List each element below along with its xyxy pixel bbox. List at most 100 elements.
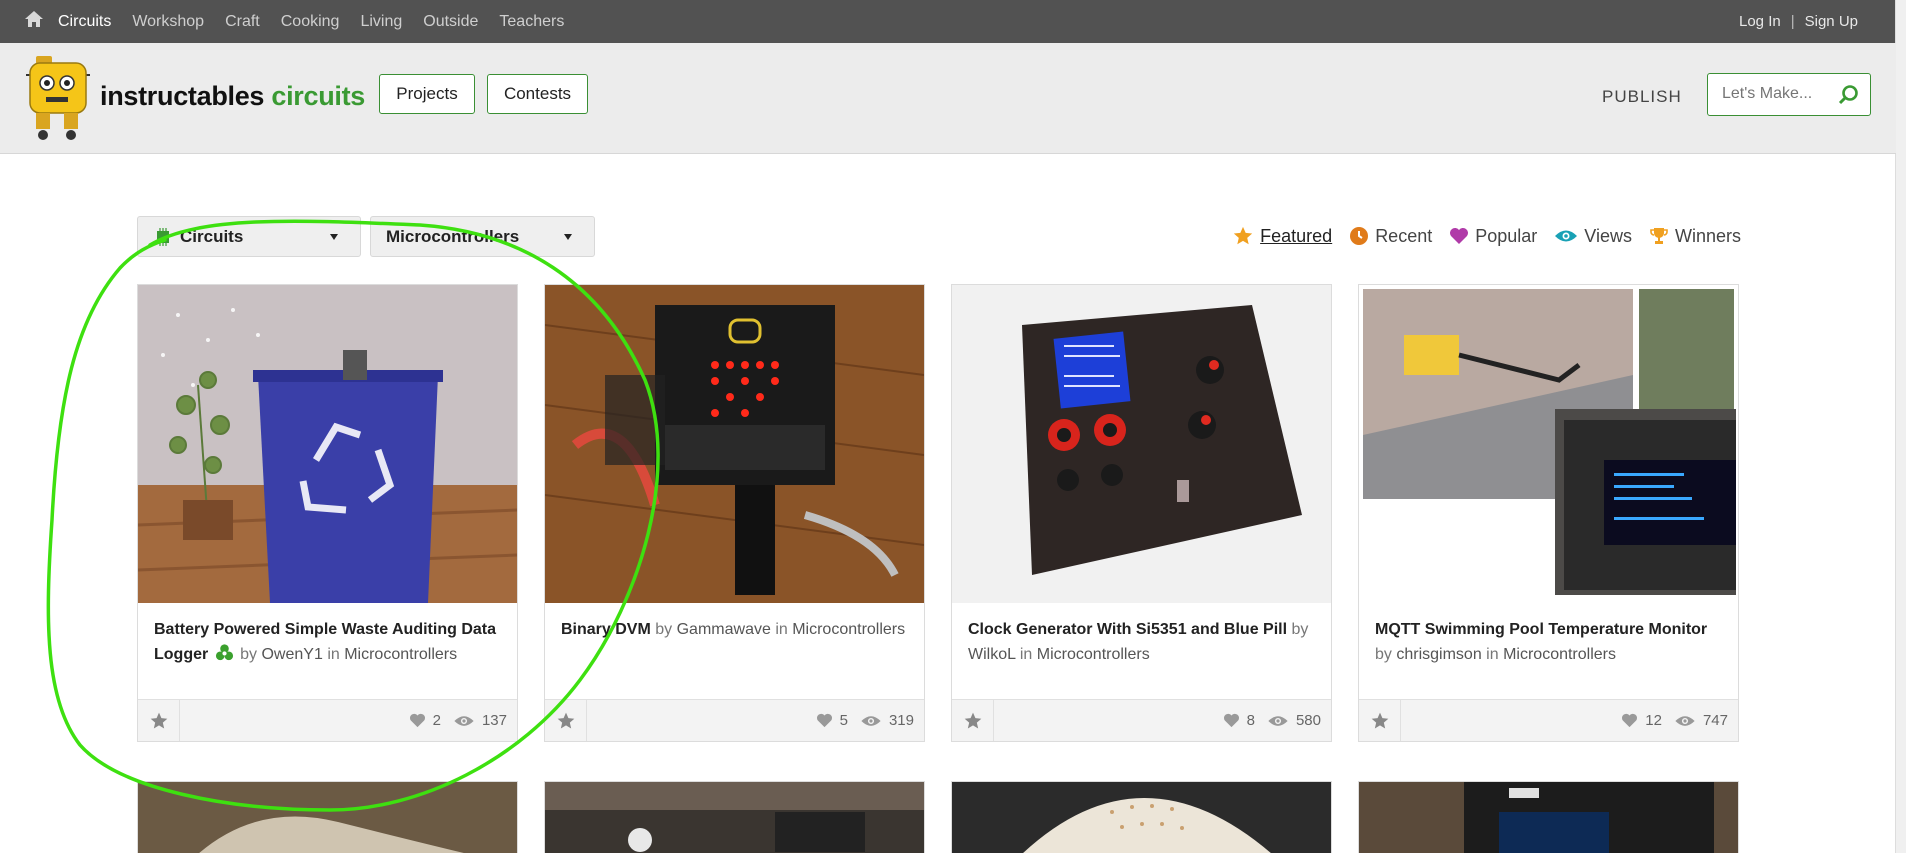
card-stats: 5 319	[816, 700, 914, 741]
category-link[interactable]: Microcontrollers	[344, 646, 457, 663]
project-image[interactable]	[138, 285, 517, 603]
sort-recent-label: Recent	[1375, 225, 1433, 246]
sort-recent[interactable]: Recent	[1349, 226, 1432, 247]
recycle-icon	[215, 643, 234, 670]
category-link[interactable]: Microcontrollers	[1037, 646, 1150, 663]
favorite-count: 5	[839, 712, 848, 729]
project-card[interactable]: Clock Generator With Si5351 and Blue Pil…	[951, 284, 1332, 742]
project-image[interactable]	[545, 285, 924, 603]
chip-icon	[154, 227, 172, 246]
star-icon	[1233, 226, 1253, 245]
card-info: Battery Powered Simple Waste Auditing Da…	[154, 617, 505, 670]
card-title[interactable]: MQTT Swimming Pool Temperature Monitor	[1375, 621, 1707, 638]
nav-teachers[interactable]: Teachers	[499, 13, 564, 31]
card-stats: 12 747	[1621, 700, 1728, 741]
card-footer: 2 137	[138, 699, 517, 741]
project-image[interactable]	[1359, 285, 1738, 603]
search-input[interactable]	[1720, 84, 1839, 104]
home-icon[interactable]	[24, 10, 44, 33]
clock-icon	[1350, 227, 1369, 245]
signup-link[interactable]: Sign Up	[1805, 13, 1858, 30]
star-icon	[557, 712, 574, 728]
site-header: instructables circuits Projects Contests…	[0, 43, 1896, 154]
project-card-thumbnail[interactable]	[137, 781, 518, 853]
top-nav-bar: Circuits Workshop Craft Cooking Living O…	[0, 0, 1896, 43]
search-icon[interactable]	[1838, 84, 1860, 111]
brand-name: instructables	[100, 81, 265, 111]
project-card-thumbnail[interactable]	[1358, 781, 1739, 853]
project-card[interactable]: MQTT Swimming Pool Temperature Monitor b…	[1358, 284, 1739, 742]
author-link[interactable]: chrisgimson	[1396, 646, 1481, 663]
view-count: 137	[481, 712, 507, 729]
byline-by: by	[240, 646, 258, 663]
brand-channel: circuits	[271, 81, 366, 111]
view-count: 747	[1702, 712, 1728, 729]
project-card[interactable]: Binary DVM by Gammawave in Microcontroll…	[544, 284, 925, 742]
robot-logo-icon[interactable]	[22, 53, 94, 148]
heart-icon	[816, 713, 832, 728]
card-footer: 8 580	[952, 699, 1331, 741]
sort-popular[interactable]: Popular	[1449, 226, 1537, 247]
login-link[interactable]: Log In	[1739, 13, 1781, 30]
category-dropdown[interactable]: Circuits	[137, 216, 361, 257]
favorite-count: 12	[1645, 712, 1662, 729]
author-link[interactable]: OwenY1	[261, 646, 322, 663]
author-link[interactable]: WilkoL	[968, 646, 1015, 663]
byline-in: in	[775, 621, 788, 638]
subcategory-dropdown-value: Microcontrollers	[386, 226, 520, 246]
nav-craft[interactable]: Craft	[225, 13, 260, 31]
byline-in: in	[327, 646, 340, 663]
chevron-down-icon	[330, 234, 338, 240]
category-link[interactable]: Microcontrollers	[1503, 646, 1616, 663]
eye-icon	[861, 715, 881, 726]
projects-button[interactable]: Projects	[379, 74, 475, 114]
contests-button[interactable]: Contests	[487, 74, 588, 114]
nav-outside[interactable]: Outside	[423, 13, 478, 31]
card-title[interactable]: Binary DVM	[561, 621, 651, 638]
category-link[interactable]: Microcontrollers	[792, 621, 905, 638]
eye-icon	[1268, 715, 1288, 726]
category-dropdown-value: Circuits	[180, 226, 244, 246]
favorite-button[interactable]	[545, 700, 587, 741]
auth-separator: |	[1790, 13, 1795, 30]
sort-views-label: Views	[1584, 225, 1632, 246]
view-count: 319	[888, 712, 914, 729]
favorite-button[interactable]	[1359, 700, 1401, 741]
sort-featured[interactable]: Featured	[1232, 225, 1332, 247]
scrollbar[interactable]	[1895, 0, 1906, 853]
author-link[interactable]: Gammawave	[677, 621, 771, 638]
favorite-count: 2	[432, 712, 441, 729]
favorite-button[interactable]	[138, 700, 180, 741]
card-footer: 12 747	[1359, 699, 1738, 741]
publish-link[interactable]: PUBLISH	[1602, 87, 1682, 107]
sort-views[interactable]: Views	[1554, 226, 1632, 247]
heart-icon	[1622, 713, 1638, 728]
nav-workshop[interactable]: Workshop	[132, 13, 204, 31]
project-card[interactable]: Battery Powered Simple Waste Auditing Da…	[137, 284, 518, 742]
star-icon	[964, 712, 981, 728]
nav-circuits[interactable]: Circuits	[58, 13, 111, 31]
star-icon	[1371, 712, 1388, 728]
card-stats: 2 137	[409, 700, 507, 741]
card-title[interactable]: Clock Generator With Si5351 and Blue Pil…	[968, 621, 1287, 638]
byline-by: by	[655, 621, 673, 638]
auth-links: Log In | Sign Up	[1739, 0, 1858, 43]
project-image[interactable]	[952, 285, 1331, 603]
sort-featured-label: Featured	[1260, 225, 1333, 246]
brand-wordmark[interactable]: instructables circuits	[100, 81, 365, 112]
byline-by: by	[1375, 646, 1392, 663]
trophy-icon	[1650, 228, 1668, 244]
favorite-button[interactable]	[952, 700, 994, 741]
sort-options: Featured Recent Popular Views Winners	[1215, 225, 1741, 247]
nav-living[interactable]: Living	[360, 13, 402, 31]
card-info: MQTT Swimming Pool Temperature Monitor b…	[1375, 617, 1726, 667]
subcategory-dropdown[interactable]: Microcontrollers	[370, 216, 595, 257]
channel-nav: Circuits Workshop Craft Cooking Living O…	[58, 0, 585, 43]
byline-in: in	[1486, 646, 1499, 663]
project-card-thumbnail[interactable]	[951, 781, 1332, 853]
nav-cooking[interactable]: Cooking	[281, 13, 340, 31]
byline-by: by	[1291, 621, 1309, 638]
sort-winners[interactable]: Winners	[1649, 226, 1741, 247]
project-card-thumbnail[interactable]	[544, 781, 925, 853]
card-footer: 5 319	[545, 699, 924, 741]
